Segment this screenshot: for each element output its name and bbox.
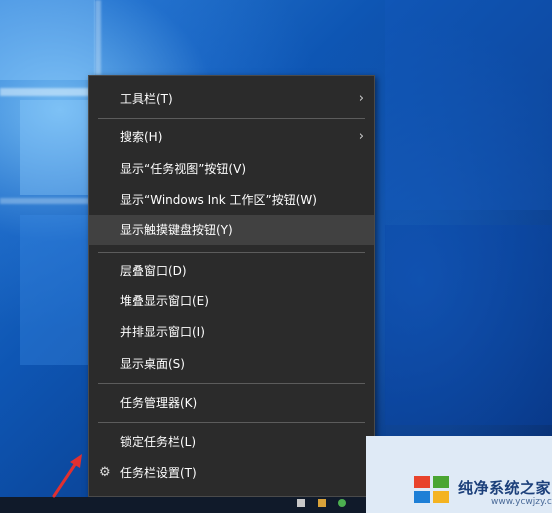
menu-item-search[interactable]: 搜索(H) › bbox=[89, 122, 374, 152]
menu-item-label: 显示触摸键盘按钮(Y) bbox=[120, 223, 233, 237]
menu-item-show-desktop[interactable]: 显示桌面(S) bbox=[89, 349, 374, 379]
wallpaper-pane bbox=[20, 100, 90, 195]
menu-item-label: 并排显示窗口(I) bbox=[120, 325, 205, 339]
menu-item-show-windows-ink[interactable]: 显示“Windows Ink 工作区”按钮(W) bbox=[89, 185, 374, 215]
menu-item-label: 堆叠显示窗口(E) bbox=[120, 294, 209, 308]
tray-icon[interactable] bbox=[297, 499, 305, 507]
menu-separator bbox=[98, 422, 365, 423]
menu-item-label: 层叠窗口(D) bbox=[120, 264, 187, 278]
wallpaper-pane bbox=[20, 215, 90, 365]
menu-item-taskbar-settings[interactable]: ⚙ 任务栏设置(T) bbox=[89, 458, 374, 488]
wallpaper-light-beam bbox=[0, 198, 90, 204]
wallpaper-pane bbox=[385, 225, 552, 425]
wallpaper-light-beam bbox=[0, 88, 100, 96]
menu-item-label: 显示“Windows Ink 工作区”按钮(W) bbox=[120, 193, 317, 207]
menu-separator bbox=[98, 383, 365, 384]
gear-icon: ⚙ bbox=[99, 465, 111, 480]
menu-separator bbox=[98, 118, 365, 119]
windows-logo bbox=[414, 476, 452, 504]
watermark: 纯净系统之家 www.ycwjzy.com bbox=[366, 436, 552, 513]
menu-item-label: 显示“任务视图”按钮(V) bbox=[120, 162, 247, 176]
logo-square bbox=[433, 476, 449, 488]
chevron-right-icon: › bbox=[358, 129, 364, 144]
menu-item-label: 搜索(H) bbox=[120, 130, 163, 144]
logo-square bbox=[433, 491, 449, 503]
menu-item-task-manager[interactable]: 任务管理器(K) bbox=[89, 388, 374, 418]
menu-item-side-by-side[interactable]: 并排显示窗口(I) bbox=[89, 317, 374, 347]
menu-item-label: 工具栏(T) bbox=[120, 92, 173, 106]
menu-item-show-touch-keyboard[interactable]: 显示触摸键盘按钮(Y) bbox=[89, 215, 374, 245]
tray-icon[interactable] bbox=[318, 499, 326, 507]
taskbar-context-menu: 工具栏(T) › 搜索(H) › 显示“任务视图”按钮(V) 显示“Window… bbox=[88, 75, 375, 497]
watermark-url: www.ycwjzy.com bbox=[491, 497, 552, 507]
logo-square bbox=[414, 476, 430, 488]
logo-square bbox=[414, 491, 430, 503]
wallpaper-pane bbox=[385, 0, 552, 210]
red-arrow-annotation bbox=[52, 454, 82, 498]
menu-item-stack-windows[interactable]: 堆叠显示窗口(E) bbox=[89, 286, 374, 316]
menu-item-label: 任务栏设置(T) bbox=[120, 466, 197, 480]
menu-item-toolbars[interactable]: 工具栏(T) › bbox=[89, 84, 374, 114]
watermark-title: 纯净系统之家 bbox=[458, 479, 552, 497]
menu-item-show-task-view[interactable]: 显示“任务视图”按钮(V) bbox=[89, 154, 374, 184]
menu-separator bbox=[98, 252, 365, 253]
menu-item-label: 锁定任务栏(L) bbox=[120, 435, 197, 449]
wallpaper-light-beam bbox=[95, 0, 101, 75]
tray-icon[interactable] bbox=[338, 499, 346, 507]
menu-item-label: 显示桌面(S) bbox=[120, 357, 185, 371]
menu-item-cascade-windows[interactable]: 层叠窗口(D) bbox=[89, 256, 374, 286]
wallpaper-pane bbox=[0, 0, 95, 80]
menu-item-lock-taskbar[interactable]: 锁定任务栏(L) bbox=[89, 427, 374, 457]
menu-item-label: 任务管理器(K) bbox=[120, 396, 198, 410]
chevron-right-icon: › bbox=[358, 91, 364, 106]
